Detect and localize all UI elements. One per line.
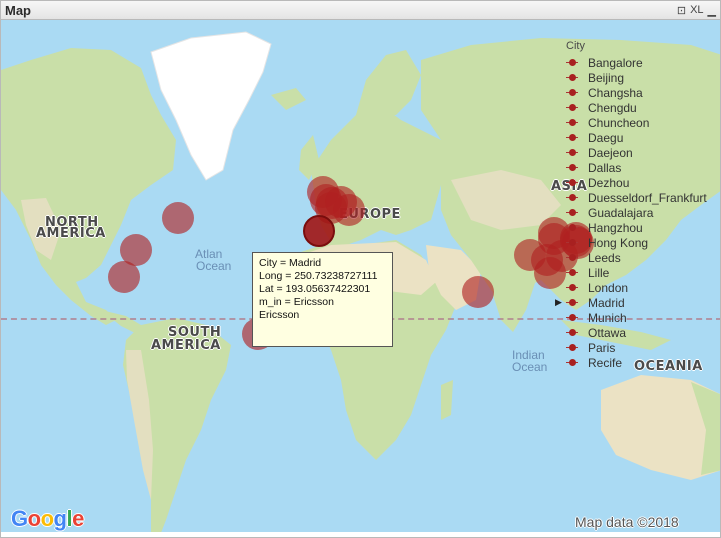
map-pin-icon bbox=[566, 178, 578, 188]
map-pin-icon bbox=[566, 358, 578, 368]
minimize-button[interactable]: ▁ bbox=[708, 4, 716, 17]
map-pin-icon bbox=[566, 253, 578, 263]
legend-item[interactable]: Duesseldorf_Frankfurt bbox=[557, 190, 717, 205]
legend-item-label: Paris bbox=[588, 341, 616, 355]
map-tooltip: City = Madrid Long = 250.73238727111 Lat… bbox=[252, 252, 393, 347]
legend-item-label: Dezhou bbox=[588, 176, 630, 190]
legend-item-label: Ottawa bbox=[588, 326, 627, 340]
map-pin-icon bbox=[566, 73, 578, 83]
map-canvas[interactable]: NORTH AMERICA SOUTH AMERICA EUROPE ASIA … bbox=[0, 20, 721, 538]
legend-item[interactable]: Bangalore bbox=[557, 55, 717, 70]
label-indian-line2: Ocean bbox=[512, 360, 548, 374]
map-pin-icon bbox=[566, 283, 578, 293]
india-shape bbox=[491, 265, 536, 332]
legend-item-label: Hangzhou bbox=[588, 221, 643, 235]
legend-item-label: Hong Kong bbox=[588, 236, 649, 250]
legend-item-label: Leeds bbox=[588, 251, 621, 265]
legend-item[interactable]: Lille bbox=[557, 265, 717, 280]
legend-list: Bangalore Beijing Changsha Chengdu Chuncheon… bbox=[555, 55, 717, 370]
export-excel-button[interactable]: XL bbox=[690, 4, 703, 17]
map-pin-icon bbox=[566, 343, 578, 353]
legend-item-label: Changsha bbox=[588, 86, 643, 100]
legend-title: City bbox=[566, 40, 585, 52]
tooltip-m-in: m_in = Ericsson bbox=[259, 296, 334, 308]
legend-item[interactable]: Hong Kong bbox=[557, 235, 717, 250]
legend-item[interactable]: Dezhou bbox=[557, 175, 717, 190]
legend-item[interactable]: Guadalajara bbox=[557, 205, 717, 220]
legend-item-label: London bbox=[588, 281, 629, 295]
legend-item[interactable]: Hangzhou bbox=[557, 220, 717, 235]
map-pin-icon bbox=[566, 238, 578, 248]
map-pin-icon bbox=[566, 313, 578, 323]
pin-icon[interactable]: ⊡ bbox=[677, 4, 686, 17]
iceland-shape bbox=[271, 88, 306, 110]
legend-item-label: Daegu bbox=[588, 131, 624, 145]
legend-item-label: Daejeon bbox=[588, 146, 633, 160]
legend-item[interactable]: Chengdu bbox=[557, 100, 717, 115]
legend-item-label: Chuncheon bbox=[588, 116, 650, 130]
google-logo: Google bbox=[11, 506, 84, 531]
map-pin-icon bbox=[566, 88, 578, 98]
map-pin-icon bbox=[566, 58, 578, 68]
legend-item-label: Madrid bbox=[588, 296, 625, 310]
selected-arrow-icon: ▶ bbox=[555, 297, 562, 307]
map-pin-icon bbox=[566, 148, 578, 158]
legend-item-label: Bangalore bbox=[588, 56, 643, 70]
legend-item-label: Guadalajara bbox=[588, 206, 654, 220]
map-pin-icon bbox=[566, 268, 578, 278]
legend-item[interactable]: Recife bbox=[557, 355, 717, 370]
madagascar-shape bbox=[441, 380, 453, 420]
legend-item[interactable]: Dallas bbox=[557, 160, 717, 175]
city-bubble[interactable] bbox=[302, 215, 335, 248]
north-america-shape bbox=[1, 48, 176, 325]
legend-item[interactable]: Munich bbox=[557, 310, 717, 325]
map-pin-icon bbox=[566, 118, 578, 128]
legend-item[interactable]: Daejeon bbox=[557, 145, 717, 160]
legend-item[interactable]: Ottawa bbox=[557, 325, 717, 340]
legend-item-label: Beijing bbox=[588, 71, 625, 85]
map-pin-icon bbox=[566, 193, 578, 203]
legend-item-label: Munich bbox=[588, 311, 627, 325]
map-pin-icon bbox=[566, 223, 578, 233]
legend-item[interactable]: London bbox=[557, 280, 717, 295]
map-pin-icon bbox=[566, 328, 578, 338]
legend-item[interactable]: Leeds bbox=[557, 250, 717, 265]
window-controls: ⊡ XL ▁ bbox=[677, 4, 716, 17]
scandinavia-shape bbox=[356, 50, 421, 115]
legend-item-label: Recife bbox=[588, 356, 623, 370]
window-titlebar: Map ⊡ XL ▁ bbox=[0, 0, 721, 20]
legend-item[interactable]: Changsha bbox=[557, 85, 717, 100]
tooltip-long: Long = 250.73238727111 bbox=[259, 270, 378, 282]
map-pin-icon bbox=[566, 298, 578, 308]
map-pin-icon bbox=[566, 133, 578, 143]
legend-item[interactable]: Paris bbox=[557, 340, 717, 355]
city-legend: City Bangalore Beijing Changsha Chengdu Chun… bbox=[555, 40, 717, 370]
city-bubble[interactable] bbox=[332, 194, 365, 227]
map-pin-icon bbox=[566, 163, 578, 173]
map-pin-icon bbox=[566, 208, 578, 218]
label-south-america-line2: AMERICA bbox=[151, 338, 221, 353]
legend-item[interactable]: Beijing bbox=[557, 70, 717, 85]
legend-item[interactable]: Daegu bbox=[557, 130, 717, 145]
legend-item-label: Duesseldorf_Frankfurt bbox=[588, 191, 707, 205]
legend-item[interactable]: Chuncheon bbox=[557, 115, 717, 130]
map-attribution: Map data ©2018 bbox=[575, 514, 679, 530]
city-bubble[interactable] bbox=[462, 276, 495, 309]
label-north-america-line2: AMERICA bbox=[36, 226, 106, 241]
city-bubble[interactable] bbox=[107, 260, 140, 293]
legend-item[interactable]: ▶ Madrid bbox=[555, 295, 717, 310]
legend-item-label: Chengdu bbox=[588, 101, 637, 115]
window-title: Map bbox=[5, 3, 31, 18]
map-pin-icon bbox=[566, 103, 578, 113]
tooltip-city: City = Madrid bbox=[259, 257, 322, 269]
legend-item-label: Dallas bbox=[588, 161, 622, 175]
legend-item-label: Lille bbox=[588, 266, 610, 280]
tooltip-value: Ericsson bbox=[259, 309, 300, 321]
label-atlantic-line2: Ocean bbox=[196, 259, 232, 273]
antarctica-shape bbox=[1, 532, 720, 537]
city-bubble[interactable] bbox=[161, 201, 194, 234]
tooltip-lat: Lat = 193.05637422301 bbox=[259, 283, 371, 295]
